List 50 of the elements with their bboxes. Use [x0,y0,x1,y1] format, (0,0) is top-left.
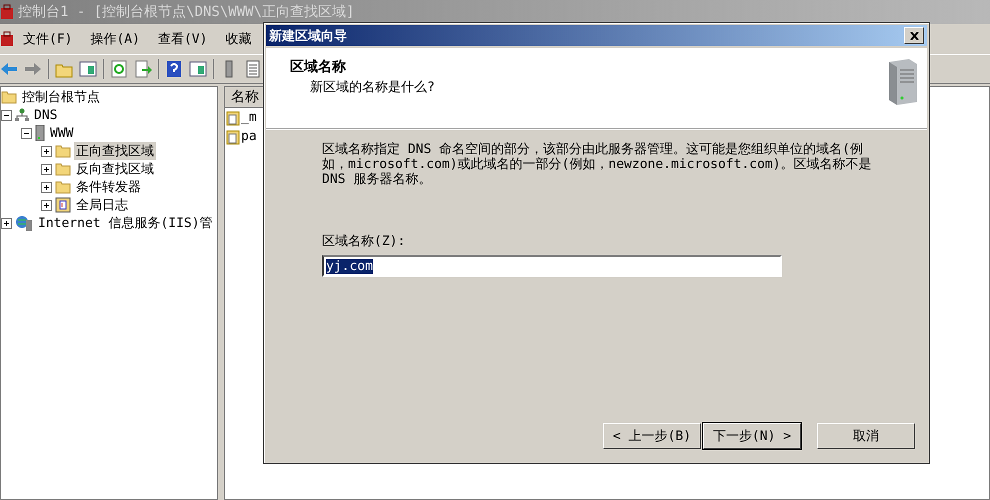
list-item[interactable]: pa [241,129,257,144]
tree-item[interactable]: 条件转发器 [74,178,143,196]
pane-icon[interactable] [189,60,207,78]
menu-item[interactable]: 操作(A) [81,30,149,48]
tree-item[interactable]: 全局日志 [74,196,130,214]
network-icon [15,108,29,122]
expand-icon[interactable] [41,146,52,156]
globe-server-icon [15,215,33,231]
dialog-title: 新建区域向导 [269,28,347,44]
header-subtitle: 新区域的名称是什么? [309,79,435,96]
wizard-button[interactable]: 取消 [817,423,915,449]
toolbox-icon [0,4,14,20]
field-label: 区域名称(Z): [322,233,406,250]
wizard-button[interactable]: 下一步(N) > [703,423,801,449]
menu-item[interactable]: 查看(V) [148,30,216,48]
tree-item[interactable]: 正向查找区域 [74,142,156,160]
window-title: 控制台1 - [控制台根节点\DNS\WWW\正向查找区域] [18,3,354,21]
tree-item[interactable]: DNS [32,108,60,122]
expand-icon[interactable] [1,218,12,228]
server-icon [35,125,45,141]
help-icon[interactable] [165,60,183,78]
expand-icon[interactable] [41,182,52,192]
tree-item[interactable]: Internet 信息服务(IIS)管 [36,214,215,232]
folder-icon [55,180,71,194]
wizard-button[interactable]: < 上一步(B) [603,423,701,449]
toolbox-icon [0,31,14,47]
tree-item[interactable]: WWW [48,126,76,140]
folder-icon [55,162,71,176]
refresh-icon[interactable] [110,60,128,78]
collapse-icon[interactable] [1,110,12,120]
description-text: 区域名称指定 DNS 命名空间的部分，该部分由此服务器管理。这可能是您组织单位的域名(例如，microsoft.com)或此域名的一部分(例如，newzone.microsoft.com)。区域名称不是 DNS 服务器名称。 [322,142,873,187]
expand-icon[interactable] [41,164,52,174]
zone-name-field[interactable]: yj.com [322,255,782,277]
tree-item[interactable]: 控制台根节点 [20,88,102,106]
close-button[interactable] [904,27,924,44]
collapse-icon[interactable] [21,128,32,138]
tree-item[interactable]: 反向查找区域 [74,160,156,178]
close-icon [910,32,918,40]
menu-item[interactable]: 文件(F) [14,30,82,48]
log-icon [55,197,71,213]
menu-item[interactable]: 收藏 [216,30,260,48]
folder-icon [1,90,17,104]
expand-icon[interactable] [41,200,52,210]
field-value: yj.com [326,258,373,274]
folder-icon [55,144,71,158]
list-icon[interactable] [244,60,262,78]
list-item[interactable]: _m [241,110,257,125]
pane-icon[interactable] [79,60,97,78]
export-icon[interactable] [134,60,152,78]
header-title: 区域名称 [290,58,347,76]
